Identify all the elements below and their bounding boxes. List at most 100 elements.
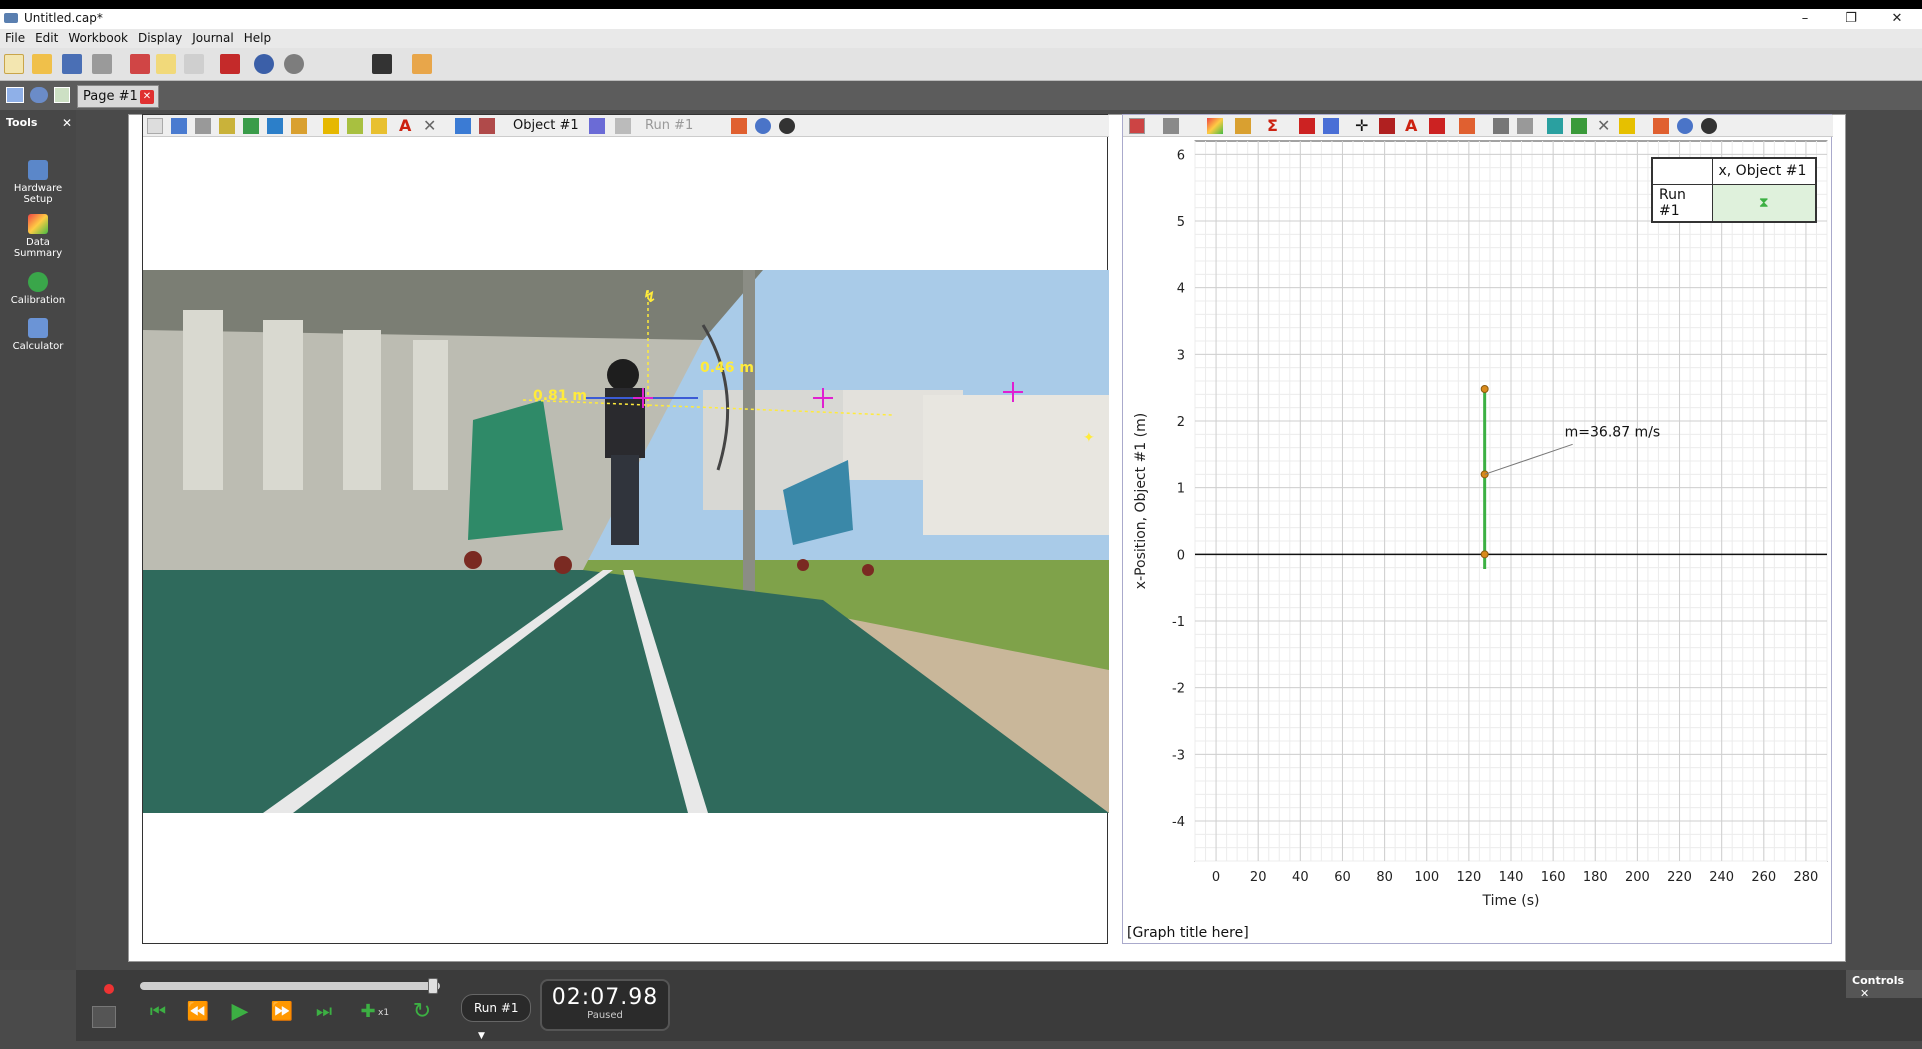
menu-journal[interactable]: Journal [187, 29, 239, 48]
camera-icon[interactable] [372, 54, 392, 74]
zoom-box-icon[interactable] [243, 118, 259, 134]
y-tick-label: 0 [1177, 548, 1185, 563]
x-tick-label: 100 [1414, 870, 1439, 885]
properties-icon[interactable] [1677, 118, 1693, 134]
visibility-icon[interactable] [1701, 118, 1717, 134]
tool-calculator[interactable]: Calculator [4, 318, 72, 352]
menu-edit[interactable]: Edit [30, 29, 63, 48]
title-bar: Untitled.cap* – ❐ ✕ [0, 0, 1922, 29]
tool-calibration[interactable]: Calibration [4, 272, 72, 306]
undo-icon[interactable] [254, 54, 274, 74]
add-y-axis-icon[interactable] [1571, 118, 1587, 134]
controls-panel-tab[interactable]: Controls ✕ [1846, 970, 1922, 1000]
close-controls-icon[interactable]: ✕ [1860, 987, 1869, 1000]
print-icon[interactable] [92, 54, 112, 74]
add-object-icon[interactable] [455, 118, 471, 134]
minimize-button[interactable]: – [1782, 9, 1828, 29]
ruler-icon[interactable] [371, 118, 387, 134]
page-tab[interactable]: Page #1 ✕ [77, 85, 159, 108]
auto-track-icon[interactable] [219, 118, 235, 134]
pan-icon[interactable] [195, 118, 211, 134]
close-button[interactable]: ✕ [1874, 9, 1920, 29]
delete-icon[interactable]: ✕ [1597, 116, 1610, 135]
add-plot-area-icon[interactable] [1547, 118, 1563, 134]
object-selector[interactable]: Object #1 [513, 118, 579, 133]
fast-forward-icon[interactable]: ⏩ [270, 1000, 294, 1024]
duplicate-icon[interactable] [1619, 118, 1635, 134]
calibration-stick-icon[interactable] [347, 118, 363, 134]
text-annotation-icon[interactable]: A [399, 116, 411, 135]
fit-icon[interactable] [291, 118, 307, 134]
sketch-icon[interactable] [1459, 118, 1475, 134]
playback-speed-icon[interactable]: ✚ [356, 1000, 380, 1024]
plot-options-icon[interactable] [1163, 118, 1179, 134]
menu-file[interactable]: File [0, 29, 30, 48]
text-annotation-icon[interactable]: A [1405, 116, 1417, 135]
video-import-icon[interactable] [412, 54, 432, 74]
add-point-icon[interactable] [171, 118, 187, 134]
track-icon[interactable] [589, 118, 605, 134]
add-point-icon[interactable] [1493, 118, 1509, 134]
skip-to-end-icon[interactable]: ⏭ [312, 1000, 336, 1024]
run-select[interactable]: Run #1 ▼ [461, 994, 531, 1041]
close-tab-icon[interactable]: ✕ [140, 90, 154, 104]
rewind-icon[interactable]: ⏪ [186, 1000, 210, 1024]
pin-icon[interactable] [1653, 118, 1669, 134]
loop-icon[interactable]: ↻ [410, 1000, 434, 1024]
sampling-options-icon[interactable] [92, 1006, 116, 1028]
remove-point-icon[interactable] [1517, 118, 1533, 134]
visibility-icon[interactable] [779, 118, 795, 134]
tool-hardware-setup[interactable]: Hardware Setup [4, 160, 72, 205]
copy-icon[interactable] [156, 54, 176, 74]
delete-icon[interactable] [220, 54, 240, 74]
open-folder-icon[interactable] [32, 54, 52, 74]
menu-workbook[interactable]: Workbook [63, 29, 133, 48]
scale-to-fit-icon[interactable] [1129, 118, 1145, 134]
zoom-icon[interactable] [267, 118, 283, 134]
clear-track-icon[interactable] [615, 118, 631, 134]
pin-icon[interactable] [731, 118, 747, 134]
maximize-button[interactable]: ❐ [1828, 9, 1874, 29]
statistics-icon[interactable]: Σ [1267, 116, 1278, 135]
properties-icon[interactable] [755, 118, 771, 134]
coordinates-icon[interactable]: ✛ [1355, 116, 1368, 135]
graph-chart[interactable]: 0 20 40 60 80 100 120 140 160 180 200 220 240 260 280-… [1123, 137, 1833, 945]
graph-legend: x, Object #1 Run #1 ⧗ [1651, 157, 1817, 223]
menu-help[interactable]: Help [239, 29, 276, 48]
controls-header: Controls [1852, 974, 1905, 987]
select-icon[interactable] [147, 118, 163, 134]
time-value: 02:07.98 [551, 985, 659, 1010]
redo-icon[interactable] [284, 54, 304, 74]
video-frame[interactable]: 0.81 m 0.46 m ↯ ✦ [143, 270, 1109, 813]
delete-icon[interactable]: ✕ [423, 116, 436, 135]
tool-label: Calculator [12, 341, 64, 352]
coordinate-axes-icon[interactable] [323, 118, 339, 134]
legend-symbol[interactable]: ⧗ [1711, 183, 1817, 222]
run-selector[interactable]: Run #1 [645, 118, 693, 133]
tools-header: Tools [6, 116, 38, 129]
skip-to-start-icon[interactable]: ⏮ [146, 1000, 170, 1024]
play-icon[interactable]: ▶ [228, 1000, 252, 1024]
settings-icon[interactable] [30, 87, 48, 103]
data-summary-icon [28, 214, 48, 234]
playback-slider-thumb[interactable] [428, 978, 438, 994]
close-tools-icon[interactable]: ✕ [62, 116, 72, 130]
save-icon[interactable] [62, 54, 82, 74]
playback-slider[interactable] [140, 982, 440, 990]
menu-display[interactable]: Display [133, 29, 187, 48]
remove-object-icon[interactable] [479, 118, 495, 134]
slope-tool-icon[interactable] [1379, 118, 1395, 134]
prediction-icon[interactable] [1429, 118, 1445, 134]
area-icon[interactable] [1299, 118, 1315, 134]
svg-text:✦: ✦ [1083, 430, 1095, 446]
curve-fit-icon[interactable] [1323, 118, 1339, 134]
page-view-icon[interactable] [6, 87, 24, 103]
tool-data-summary[interactable]: Data Summary [4, 214, 72, 259]
cut-icon[interactable] [130, 54, 150, 74]
new-file-icon[interactable] [4, 54, 24, 74]
highlight-icon[interactable] [1235, 118, 1251, 134]
paste-icon[interactable] [184, 54, 204, 74]
page-sorter-icon[interactable] [54, 87, 70, 103]
data-summary-icon[interactable] [1207, 118, 1223, 134]
graph-title[interactable]: [Graph title here] [1127, 925, 1249, 941]
